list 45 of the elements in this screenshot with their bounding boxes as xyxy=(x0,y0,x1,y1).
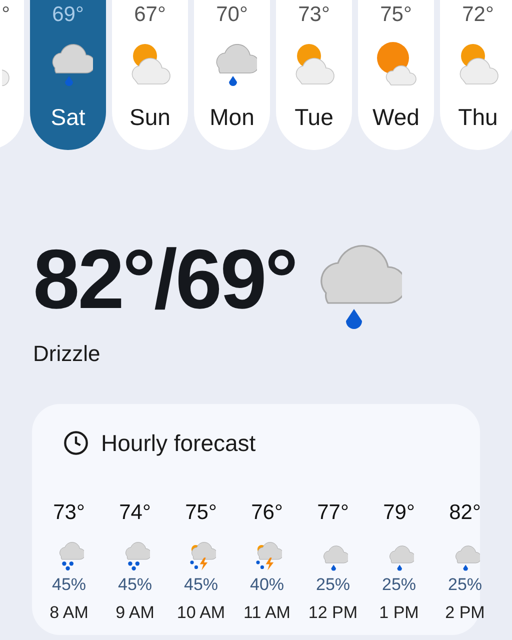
hour-temp: 82° xyxy=(449,500,481,526)
precip-chance: 40% xyxy=(250,574,284,596)
day-name: Tue xyxy=(294,103,334,132)
day-name: Mon xyxy=(210,103,254,132)
current-temperature: 82°/69° xyxy=(33,234,296,324)
day-tab[interactable]: 73° Tue xyxy=(276,0,352,150)
day-tab[interactable]: ° xyxy=(0,0,24,150)
day-high-temp: 73° xyxy=(298,2,330,28)
precip-chance: 25% xyxy=(316,574,350,596)
precip-chance: 25% xyxy=(448,574,482,596)
clock-icon xyxy=(63,430,89,456)
card-title: Hourly forecast xyxy=(101,429,256,458)
day-tab[interactable]: 69° Sat xyxy=(30,0,106,150)
hour-temp: 74° xyxy=(119,500,151,526)
hour-temp: 77° xyxy=(317,500,349,526)
day-high-temp: 72° xyxy=(462,2,494,28)
hour-time: 12 PM xyxy=(308,602,358,624)
day-high-temp: 70° xyxy=(216,2,248,28)
day-name: Sat xyxy=(50,103,86,132)
day-high-temp: 69° xyxy=(52,2,84,28)
hour-time: 10 AM xyxy=(176,602,226,624)
precip-chance: 45% xyxy=(52,574,86,596)
day-name: Wed xyxy=(372,103,420,132)
hour-time: 1 PM xyxy=(379,602,419,624)
day-tab[interactable]: 70° Mon xyxy=(194,0,270,150)
day-name: Sun xyxy=(130,103,170,132)
precip-chance: 25% xyxy=(382,574,416,596)
hour-time: 11 AM xyxy=(244,602,290,624)
hour-temp: 73° xyxy=(53,500,85,526)
hour-time: 2 PM xyxy=(445,602,485,624)
day-tab[interactable]: 75° Wed xyxy=(358,0,434,150)
hour-time: 8 AM xyxy=(50,602,88,624)
day-high-temp: ° xyxy=(2,2,10,28)
hour-temp: 75° xyxy=(185,500,217,526)
day-tab[interactable]: 67° Sun xyxy=(112,0,188,150)
hour-temp: 79° xyxy=(383,500,415,526)
day-high-temp: 67° xyxy=(134,2,166,28)
day-tab[interactable]: 72° Thu xyxy=(440,0,512,150)
precip-chance: 45% xyxy=(184,574,218,596)
hour-temp: 76° xyxy=(251,500,283,526)
precip-chance: 45% xyxy=(118,574,152,596)
condition-text: Drizzle xyxy=(33,340,100,368)
hour-time: 9 AM xyxy=(116,602,154,624)
day-name: Thu xyxy=(458,103,498,132)
day-high-temp: 75° xyxy=(380,2,412,28)
